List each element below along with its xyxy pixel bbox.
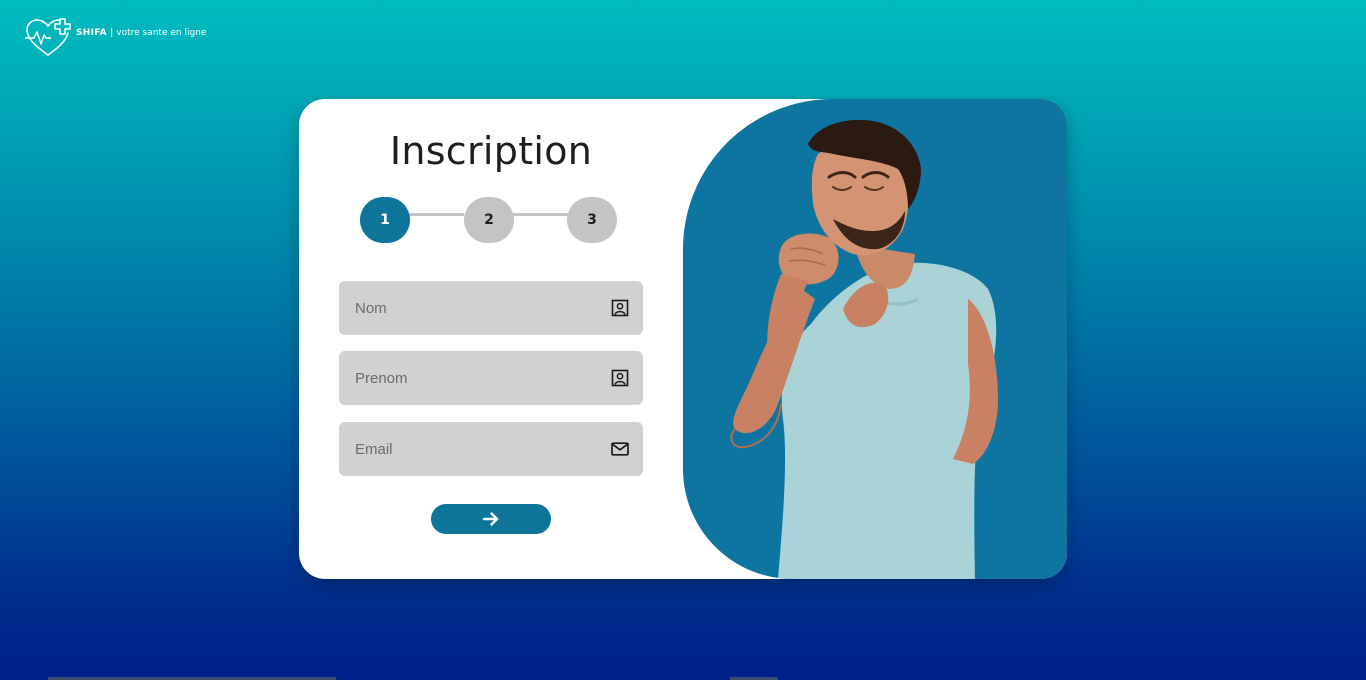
step-indicator: 1 2 3 (360, 197, 617, 243)
contact-card-icon (611, 369, 629, 387)
envelope-icon (611, 442, 629, 456)
page-title: Inscription (389, 129, 593, 173)
email-field (339, 422, 643, 476)
step-2[interactable]: 2 (464, 197, 514, 243)
brand-logo[interactable]: SHIFA | votre sante en ligne (24, 17, 206, 59)
prenom-field (339, 351, 643, 405)
step-connector (512, 213, 568, 216)
nom-input[interactable] (339, 281, 589, 335)
brand-separator: | (109, 28, 114, 38)
brand-tagline: votre sante en ligne (116, 28, 207, 38)
illustration-panel (683, 99, 1067, 579)
heart-pulse-cross-icon (25, 18, 71, 56)
brand-text: SHIFA | votre sante en ligne (76, 28, 206, 38)
step-1[interactable]: 1 (360, 197, 410, 243)
step-3[interactable]: 3 (567, 197, 617, 243)
registration-form: Inscription 1 2 3 (299, 99, 683, 579)
arrow-right-icon (482, 512, 499, 526)
man-coughing-photo (730, 119, 998, 579)
prenom-input[interactable] (339, 351, 589, 405)
nom-field (339, 281, 643, 335)
registration-card: Inscription 1 2 3 (299, 99, 1067, 579)
email-input[interactable] (339, 422, 589, 476)
next-step-button[interactable] (431, 504, 551, 534)
step-connector (408, 213, 464, 216)
brand-name: SHIFA (76, 28, 107, 38)
contact-card-icon (611, 299, 629, 317)
